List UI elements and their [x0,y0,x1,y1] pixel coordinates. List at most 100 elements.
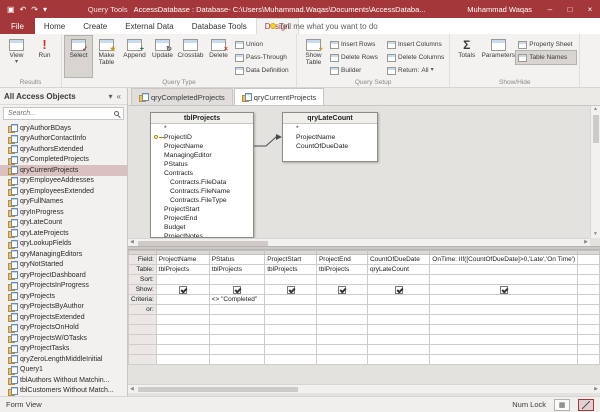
sidebar-item[interactable]: qryAuthorBDays [0,123,127,134]
grid-cell-table[interactable]: tblProjects [156,265,209,275]
horizontal-scrollbar[interactable]: ◀ ▶ [128,238,590,246]
document-tab[interactable]: qryCompletedProjects [131,88,233,105]
grid-cell-or[interactable] [209,305,265,315]
scroll-left-icon[interactable]: ◀ [130,385,134,393]
show-checkbox[interactable] [179,286,187,294]
grid-cell-sort[interactable] [265,275,317,285]
view-button[interactable]: View ▾ [3,36,30,77]
qat-dropdown-icon[interactable]: ▾ [43,5,47,14]
grid-cell-field[interactable]: PStatus [209,255,265,265]
sidebar-item[interactable]: qryEmployeesExtended [0,186,127,197]
grid-cell-table[interactable]: tblProjects [316,265,367,275]
return-dropdown[interactable]: Return:All▾ [385,64,446,77]
show-checkbox[interactable] [233,286,241,294]
query-design-surface[interactable]: tblProjects * ProjectID [128,106,600,246]
signed-in-user[interactable]: Muhammad Waqas [467,5,532,14]
ribbon-tab[interactable]: File [0,18,35,34]
document-tab[interactable]: qryCurrentProjects [234,88,325,105]
grid-cell-or[interactable] [430,305,578,315]
sidebar-item[interactable]: qryProjectsOnHold [0,323,127,334]
grid-cell-criteria[interactable] [316,295,367,305]
scroll-right-icon[interactable]: ▶ [594,385,598,393]
grid-cell-or[interactable] [265,305,317,315]
field-row[interactable]: * [283,124,377,133]
scrollbar-thumb[interactable] [593,115,599,143]
maximize-button[interactable]: □ [560,0,580,18]
grid-cell-sort[interactable] [209,275,265,285]
search-input[interactable]: Search... [3,107,124,120]
nav-menu-chevron-icon[interactable]: ▾ [107,92,115,101]
grid-cell-field[interactable]: CountOfDueDate [367,255,429,265]
sidebar-item[interactable]: qryLateCount [0,218,127,229]
grid-cell-criteria[interactable] [265,295,317,305]
horizontal-scrollbar[interactable]: ◀ ▶ [128,384,600,393]
field-row[interactable]: Contracts.FileName [151,187,253,196]
field-row[interactable]: PStatus [151,160,253,169]
scroll-down-icon[interactable]: ▼ [591,231,600,238]
sidebar-item[interactable]: qryLateProjects [0,228,127,239]
insert-columns-button[interactable]: Insert Columns [385,38,446,51]
scrollbar-thumb[interactable] [138,241,268,246]
redo-icon[interactable]: ↷ [31,5,38,14]
show-checkbox[interactable] [395,286,403,294]
sidebar-item[interactable]: qryProjectsInProgress [0,281,127,292]
sidebar-item[interactable]: qryProjectsByAuthor [0,302,127,313]
grid-cell-criteria[interactable] [367,295,429,305]
sidebar-item[interactable]: qryManagingEditors [0,249,127,260]
ribbon-tab[interactable]: Create [74,18,116,34]
builder-button[interactable]: Builder [328,64,384,77]
update-button[interactable]: ↻ Update [149,36,176,77]
append-button[interactable]: + Append [121,36,148,77]
insert-rows-button[interactable]: Insert Rows [328,38,384,51]
sidebar-item[interactable]: qryProjectDashboard [0,270,127,281]
sidebar-item[interactable]: qryProjects [0,291,127,302]
table-title[interactable]: tblProjects [151,113,253,124]
scrollbar-thumb[interactable] [138,387,298,392]
field-row[interactable]: ProjectEnd [151,214,253,223]
scroll-left-icon[interactable]: ◀ [130,239,134,246]
sidebar-item[interactable]: qryLookupFields [0,239,127,250]
close-button[interactable]: × [580,0,600,18]
field-row[interactable]: Budget [151,223,253,232]
sidebar-item[interactable]: tblCustomers Without Match... [0,386,127,397]
sidebar-item[interactable]: qryAuthorsExtended [0,144,127,155]
grid-cell-or[interactable] [316,305,367,315]
run-button[interactable]: ! Run [31,36,58,77]
show-checkbox[interactable] [500,286,508,294]
field-row[interactable]: ProjectStart [151,205,253,214]
save-icon[interactable]: ▣ [7,5,15,14]
sidebar-item[interactable]: qryProjectTasks [0,344,127,355]
grid-cell-or[interactable] [578,305,600,315]
make-table-button[interactable]: ★ Make Table [93,36,120,77]
grid-cell-sort[interactable] [578,275,600,285]
field-row[interactable]: * [151,124,253,133]
sidebar-item[interactable]: qryAuthorContactInfo [0,134,127,145]
totals-button[interactable]: Σ Totals [453,36,480,77]
field-row[interactable]: Contracts.FileType [151,196,253,205]
nav-shutter-icon[interactable]: « [115,92,123,101]
grid-cell-table[interactable]: tblProjects [209,265,265,275]
grid-cell-table[interactable] [578,265,600,275]
grid-cell-sort[interactable] [367,275,429,285]
grid-cell-sort[interactable] [156,275,209,285]
sidebar-item[interactable]: qryProjectsExtended [0,312,127,323]
delete-query-button[interactable]: × Delete [205,36,232,77]
union-button[interactable]: Union [233,38,293,51]
field-row[interactable]: Contracts.FileData [151,178,253,187]
tell-me-box[interactable]: Tell me what you want to do [262,18,378,34]
sidebar-item[interactable]: qryNotStarted [0,260,127,271]
delete-columns-button[interactable]: Delete Columns [385,51,446,64]
crosstab-button[interactable]: Crosstab [177,36,204,77]
table-title[interactable]: qryLateCount [283,113,377,124]
grid-cell-field[interactable]: ProjectStart [265,255,317,265]
property-sheet-button[interactable]: Property Sheet [516,38,576,51]
field-row[interactable]: Contracts [151,169,253,178]
design-view-button[interactable] [578,399,594,411]
parameters-button[interactable]: Parameters [481,36,515,77]
undo-icon[interactable]: ↶ [20,5,27,14]
vertical-scrollbar[interactable]: ▲ ▼ [590,106,600,238]
show-table-button[interactable]: + Show Table [300,36,327,77]
sidebar-item[interactable]: qryFullNames [0,197,127,208]
sidebar-item[interactable]: Query1 [0,365,127,376]
show-checkbox[interactable] [287,286,295,294]
